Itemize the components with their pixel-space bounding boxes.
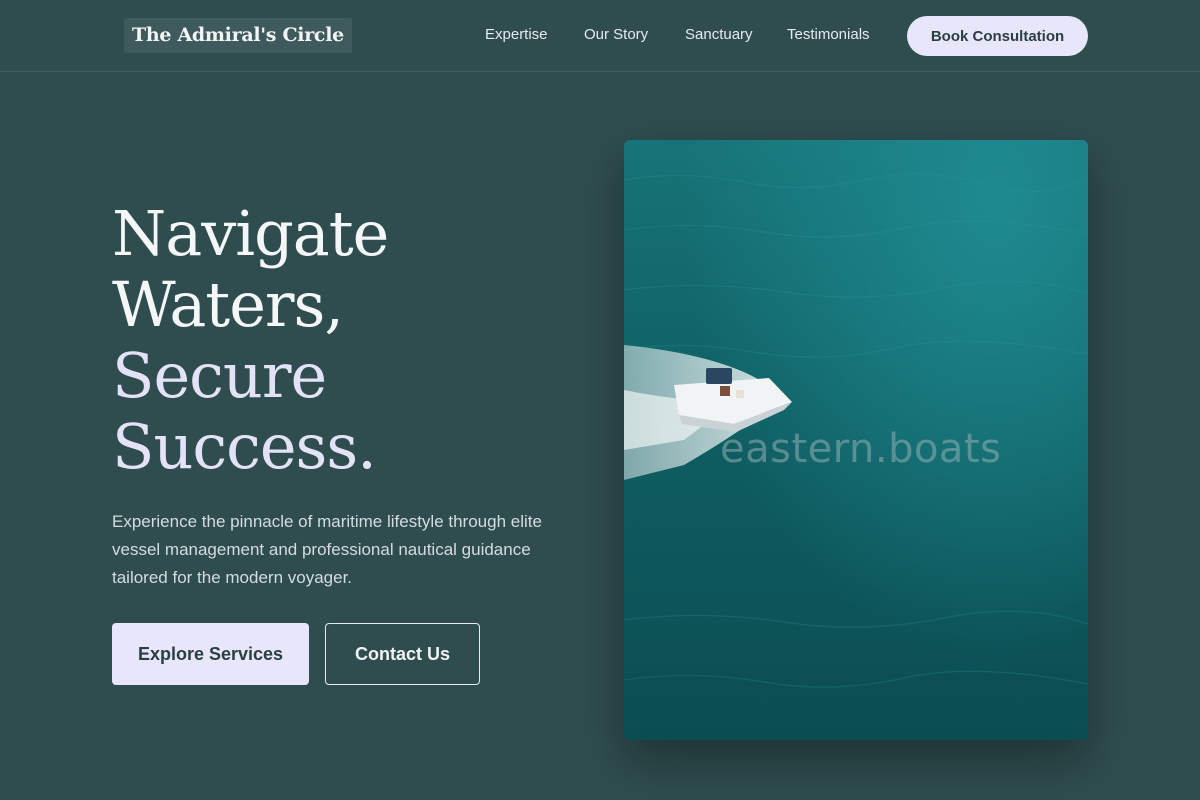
hero-description: Experience the pinnacle of maritime life… [112,512,542,587]
hero-title: Navigate Waters, Secure Success. [112,197,389,483]
book-consultation-button[interactable]: Book Consultation [907,16,1088,56]
hero-title-line: Waters, [112,268,344,341]
hero-title-line: Navigate [112,197,389,270]
explore-services-button[interactable]: Explore Services [112,623,309,685]
nav-link-testimonials[interactable]: Testimonials [787,25,870,45]
hero-boat-image: eastern.boats [624,140,1088,740]
image-watermark: eastern.boats [720,426,1002,472]
nav-link-expertise[interactable]: Expertise [485,25,548,45]
nav-link-our-story[interactable]: Our Story [584,25,648,45]
site-header: The Admiral's Circle Expertise Our Story… [0,0,1200,72]
hero-title-accent-line: Success. [112,410,377,483]
nav-link-sanctuary[interactable]: Sanctuary [685,25,753,45]
hero-title-accent-line: Secure [112,339,327,412]
contact-us-button[interactable]: Contact Us [325,623,480,685]
site-logo[interactable]: The Admiral's Circle [124,18,352,53]
